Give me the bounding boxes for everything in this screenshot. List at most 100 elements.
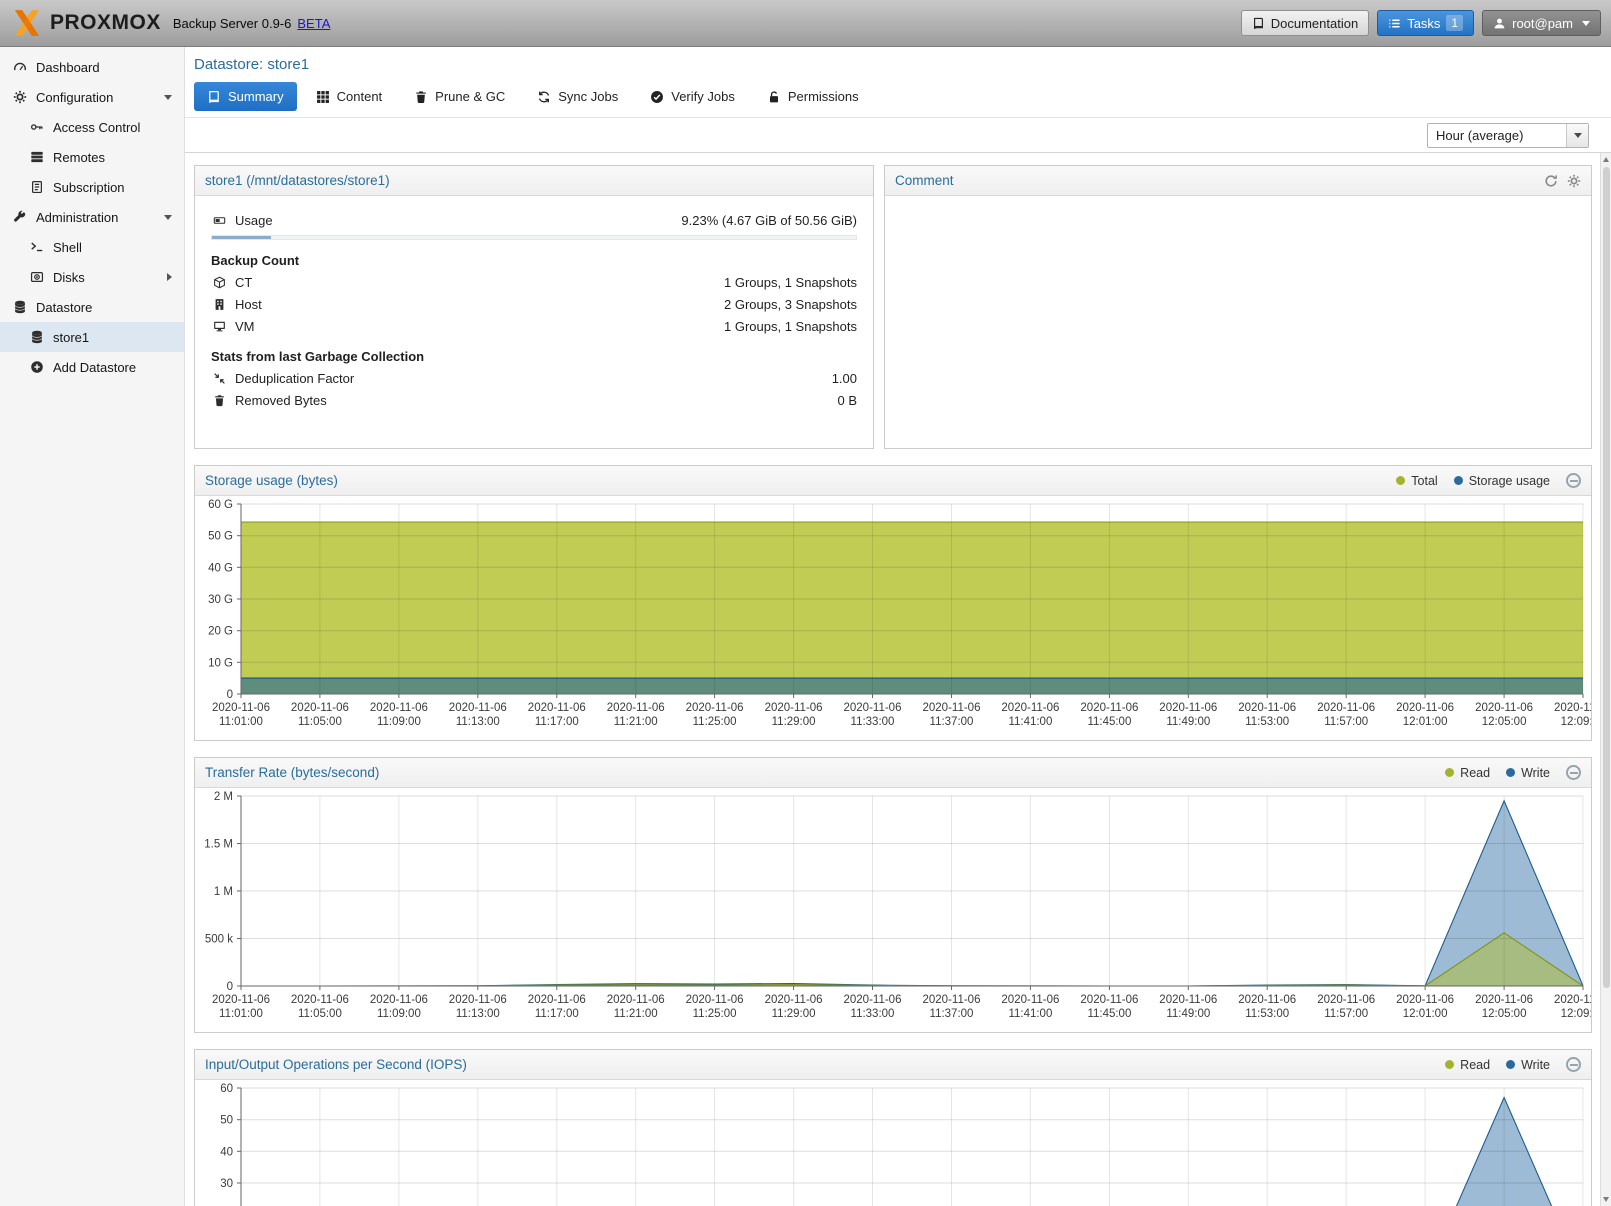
svg-text:2020-11-06: 2020-11-06 — [686, 702, 744, 714]
book-icon — [1252, 17, 1265, 30]
server-icon — [28, 150, 46, 164]
svg-text:12:09:00: 12:09:00 — [1561, 716, 1591, 728]
svg-text:11:33:00: 11:33:00 — [851, 1008, 895, 1020]
svg-text:2020-11-06: 2020-11-06 — [212, 702, 270, 714]
svg-text:2020-11-06: 2020-11-06 — [844, 994, 902, 1006]
scroll-up-arrow[interactable] — [1601, 153, 1611, 166]
chevron-down-icon[interactable] — [164, 215, 172, 220]
backup-count-row-ct: CT 1 Groups, 1 Snapshots — [211, 272, 857, 292]
collapse-icon[interactable] — [1566, 765, 1581, 780]
tab-summary[interactable]: Summary — [194, 82, 297, 111]
svg-text:2020-11-06: 2020-11-06 — [1317, 702, 1375, 714]
svg-text:12:09:00: 12:09:00 — [1561, 1008, 1591, 1020]
svg-text:2020-11-06: 2020-11-06 — [765, 994, 823, 1006]
scrollbar-thumb[interactable] — [1603, 167, 1610, 988]
gc-row-dedup: Deduplication Factor 1.00 — [211, 368, 857, 388]
sidebar-item-subscription[interactable]: Subscription — [0, 172, 184, 202]
svg-text:0: 0 — [227, 689, 233, 701]
svg-text:11:29:00: 11:29:00 — [772, 716, 816, 728]
caret-down-icon — [1582, 21, 1590, 26]
svg-text:11:37:00: 11:37:00 — [930, 716, 974, 728]
timeframe-select[interactable]: Hour (average) — [1427, 123, 1589, 148]
book-icon — [207, 90, 221, 104]
tab-verify-jobs[interactable]: Verify Jobs — [637, 82, 748, 111]
iops-panel: Input/Output Operations per Second (IOPS… — [194, 1049, 1592, 1206]
svg-text:11:21:00: 11:21:00 — [614, 716, 658, 728]
sidebar-item-access-control[interactable]: Access Control — [0, 112, 184, 142]
svg-text:1 M: 1 M — [214, 886, 233, 898]
svg-text:11:45:00: 11:45:00 — [1087, 1008, 1131, 1020]
usage-bar-icon — [211, 214, 228, 227]
legend-item-write[interactable]: Write — [1506, 1058, 1550, 1072]
backup-count-row-host: Host 2 Groups, 3 Snapshots — [211, 294, 857, 314]
sidebar-item-shell[interactable]: Shell — [0, 232, 184, 262]
gear-icon[interactable] — [1567, 174, 1581, 188]
transfer-rate-chart: 0500 k1 M1.5 M2 M2020-11-0611:01:002020-… — [195, 790, 1591, 1030]
chevron-right-icon[interactable] — [167, 273, 172, 281]
documentation-button[interactable]: Documentation — [1241, 10, 1369, 36]
svg-text:11:01:00: 11:01:00 — [219, 716, 263, 728]
compress-icon — [211, 372, 228, 385]
document-icon — [28, 180, 46, 194]
sidebar-item-disks[interactable]: Disks — [0, 262, 184, 292]
combo-trigger-icon[interactable] — [1566, 124, 1588, 147]
legend-item-storage-usage[interactable]: Storage usage — [1454, 474, 1550, 488]
tasks-button[interactable]: Tasks 1 — [1377, 10, 1474, 36]
usage-row: Usage 9.23% (4.67 GiB of 50.56 GiB) — [211, 210, 857, 230]
svg-text:2020-11-06: 2020-11-06 — [291, 994, 349, 1006]
svg-text:12:01:00: 12:01:00 — [1403, 1008, 1448, 1020]
iops-chart: 01020304050602020-11-0611:01:002020-11-0… — [195, 1082, 1591, 1206]
scroll-down-arrow[interactable] — [1601, 1193, 1611, 1206]
sidebar-item-datastore[interactable]: Datastore — [0, 292, 184, 322]
svg-text:1.5 M: 1.5 M — [204, 839, 233, 851]
legend-item-read[interactable]: Read — [1445, 1058, 1490, 1072]
svg-text:2020-11-06: 2020-11-06 — [1238, 994, 1296, 1006]
svg-text:2020-11-06: 2020-11-06 — [449, 994, 507, 1006]
datastore-summary-panel: store1 (/mnt/datastores/store1) Usage — [194, 165, 874, 449]
legend-dot — [1396, 476, 1405, 485]
collapse-icon[interactable] — [1566, 1057, 1581, 1072]
building-icon — [211, 298, 228, 311]
grid-icon — [316, 90, 330, 104]
page-title: Datastore: store1 — [185, 47, 1611, 77]
tab-permissions[interactable]: Permissions — [754, 82, 872, 111]
svg-text:2020-11-06: 2020-11-06 — [291, 702, 349, 714]
usage-progressbar — [211, 235, 857, 240]
backup-count-row-vm: VM 1 Groups, 1 Snapshots — [211, 316, 857, 336]
comment-body[interactable] — [885, 196, 1591, 220]
tabbar: Summary Content — [194, 82, 1611, 111]
tab-content[interactable]: Content — [303, 82, 396, 111]
sidebar-item-store1[interactable]: store1 — [0, 322, 184, 352]
sidebar-item-dashboard[interactable]: Dashboard — [0, 52, 184, 82]
svg-text:11:57:00: 11:57:00 — [1324, 716, 1368, 728]
svg-text:2020-11-06: 2020-11-06 — [923, 702, 981, 714]
sidebar-item-administration[interactable]: Administration — [0, 202, 184, 232]
vertical-scrollbar[interactable] — [1600, 153, 1611, 1206]
check-circle-icon — [650, 90, 664, 104]
svg-text:2020-11-06: 2020-11-06 — [212, 994, 270, 1006]
svg-text:11:29:00: 11:29:00 — [772, 1008, 816, 1020]
svg-text:11:17:00: 11:17:00 — [535, 716, 579, 728]
tab-prune-gc[interactable]: Prune & GC — [401, 82, 518, 111]
sidebar-item-configuration[interactable]: Configuration — [0, 82, 184, 112]
legend-item-write[interactable]: Write — [1506, 766, 1550, 780]
legend-item-read[interactable]: Read — [1445, 766, 1490, 780]
key-icon — [28, 120, 46, 134]
legend-item-total[interactable]: Total — [1396, 474, 1437, 488]
svg-text:2020-11-06: 2020-11-06 — [1396, 702, 1454, 714]
user-menu-button[interactable]: root@pam — [1482, 10, 1601, 36]
collapse-icon[interactable] — [1566, 473, 1581, 488]
usage-value: 9.23% (4.67 GiB of 50.56 GiB) — [681, 213, 857, 228]
chevron-down-icon[interactable] — [164, 95, 172, 100]
panel-body: 010 G20 G30 G40 G50 G60 G2020-11-0611:01… — [195, 496, 1591, 740]
gc-stats-heading: Stats from last Garbage Collection — [211, 349, 857, 364]
sidebar-item-add-datastore[interactable]: Add Datastore — [0, 352, 184, 382]
database-icon — [28, 330, 46, 344]
sidebar-item-remotes[interactable]: Remotes — [0, 142, 184, 172]
tab-sync-jobs[interactable]: Sync Jobs — [524, 82, 631, 111]
disk-icon — [28, 270, 46, 284]
chart-legend: Read Write — [1445, 1057, 1581, 1072]
beta-link[interactable]: BETA — [297, 16, 330, 31]
refresh-icon[interactable] — [1544, 174, 1558, 188]
svg-text:11:25:00: 11:25:00 — [693, 1008, 737, 1020]
